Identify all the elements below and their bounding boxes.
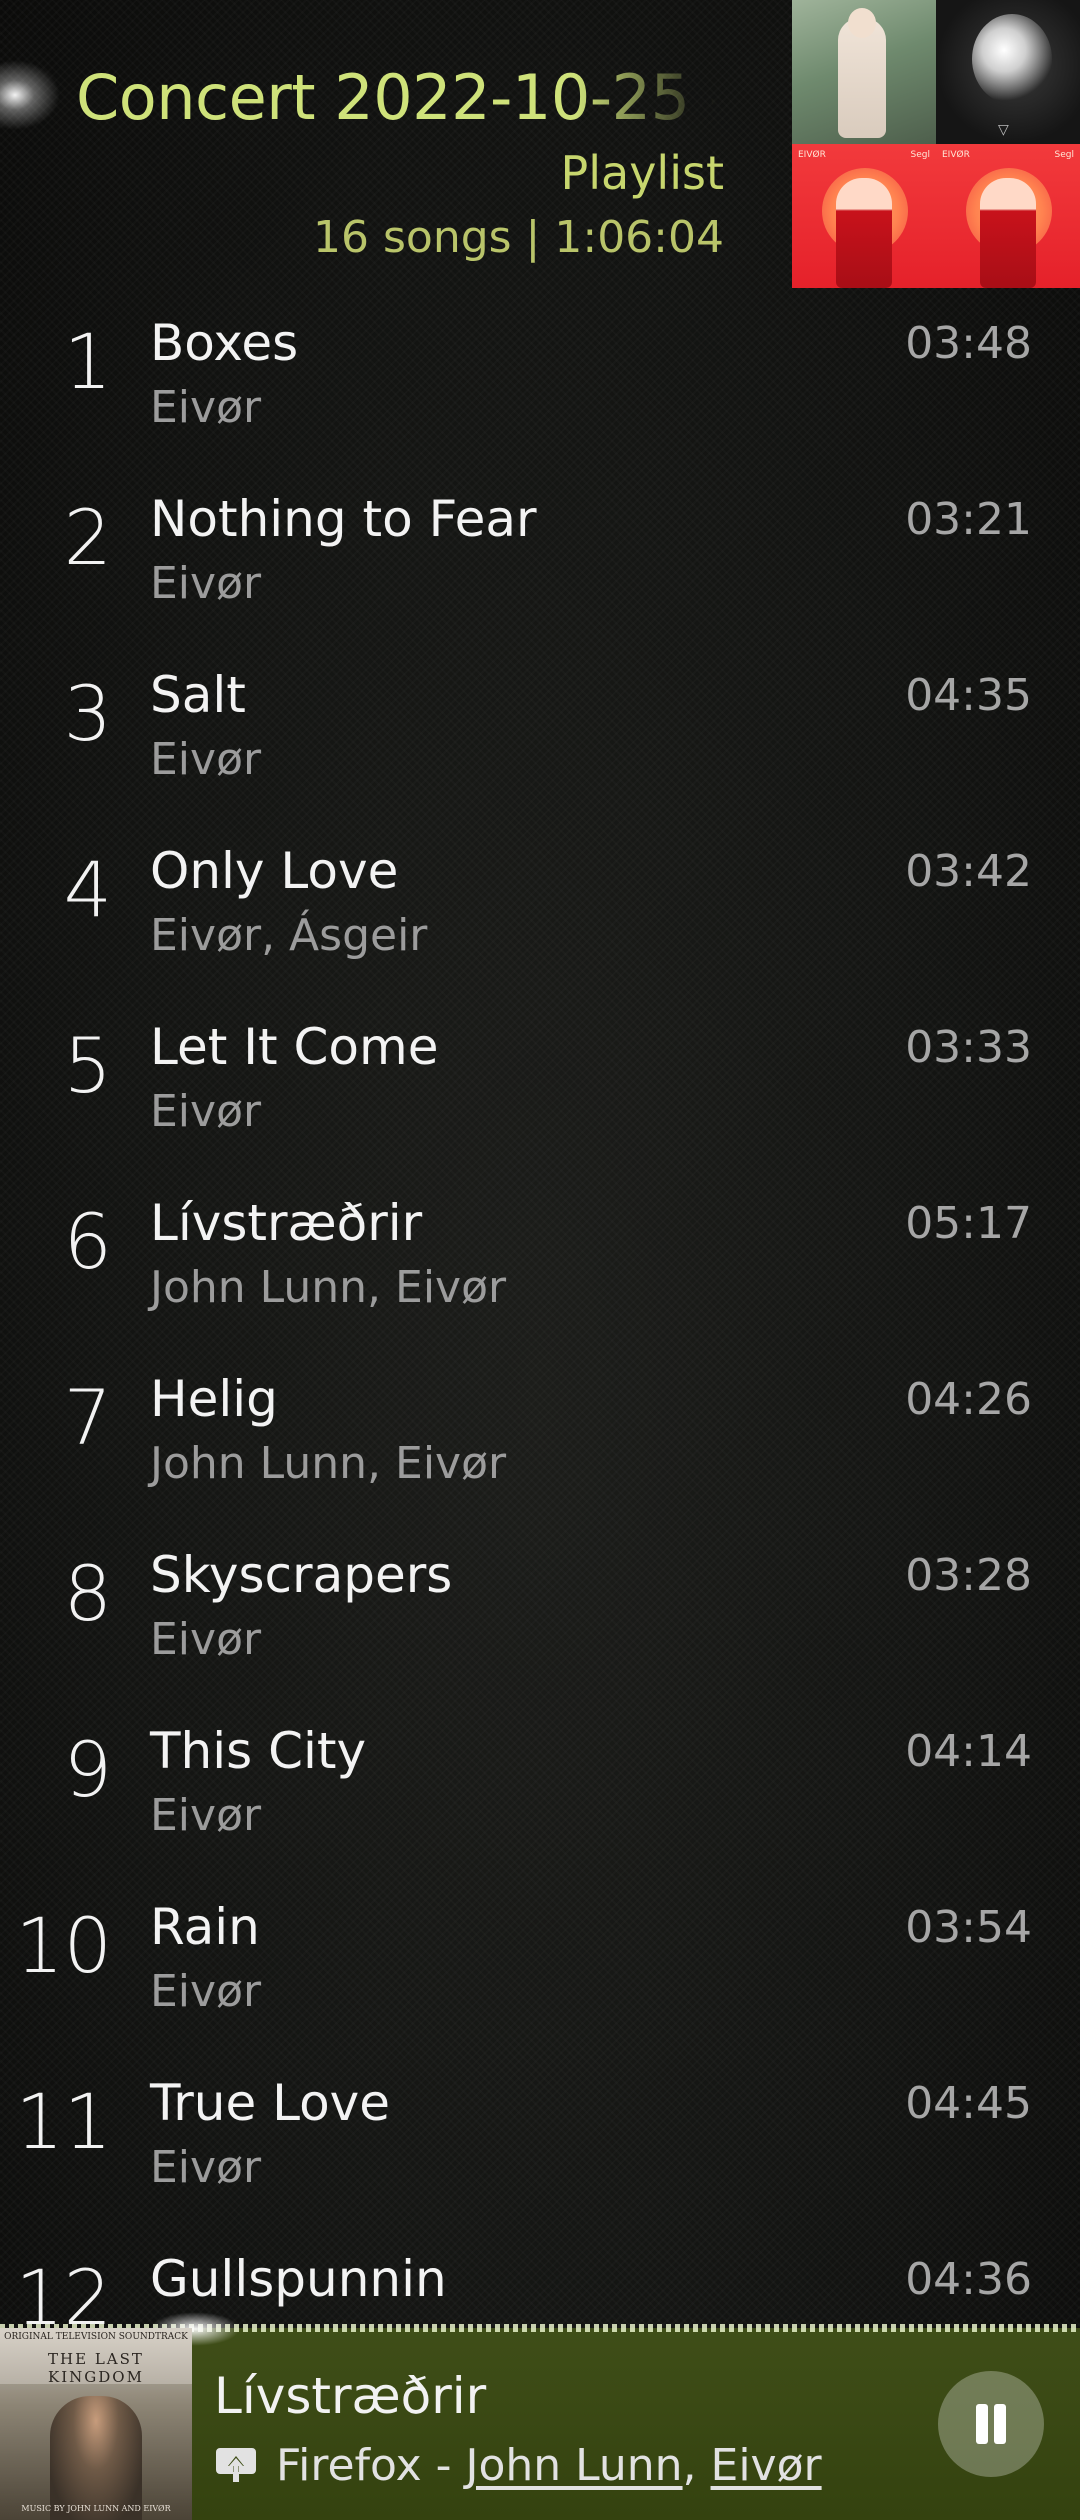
track-artist: John Lunn, Eivør — [150, 1262, 507, 1313]
playlist-type: Playlist — [560, 146, 725, 200]
track-row[interactable]: 8 Skyscrapers Eivør 03:28 — [0, 1522, 1080, 1698]
track-title: Nothing to Fear — [150, 490, 537, 548]
cover-bottom-text: MUSIC BY JOHN LUNN AND EIVØR — [21, 2504, 171, 2513]
track-row[interactable]: 5 Let It Come Eivør 03:33 — [0, 994, 1080, 1170]
album-cover-2: ▽ — [936, 0, 1080, 144]
playlist-meta: 16 songs | 1:06:04 — [313, 212, 724, 263]
track-row[interactable]: 7 Helig John Lunn, Eivør 04:26 — [0, 1346, 1080, 1522]
album-cover-3: EIVØR Segl — [792, 144, 936, 288]
track-title: Salt — [150, 666, 246, 724]
artist-link-2[interactable]: Eivør — [711, 2440, 822, 2491]
track-title: True Love — [150, 2074, 391, 2132]
now-playing-subtitle: Firefox - John Lunn, Eivør — [214, 2436, 822, 2496]
artist-link-1[interactable]: John Lunn — [465, 2440, 682, 2491]
track-title: Rain — [150, 1898, 260, 1956]
track-duration: 04:45 — [905, 2078, 1032, 2129]
track-artist: Eivør, Ásgeir — [150, 910, 428, 961]
track-number: 1 — [63, 317, 112, 406]
track-title: Boxes — [150, 314, 299, 372]
cast-icon — [216, 2448, 256, 2482]
pause-icon — [976, 2404, 988, 2444]
track-number: 3 — [63, 669, 112, 758]
track-duration: 03:28 — [905, 1550, 1032, 1601]
track-row[interactable]: 2 Nothing to Fear Eivør 03:21 — [0, 466, 1080, 642]
track-row[interactable]: 3 Salt Eivør 04:35 — [0, 642, 1080, 818]
playlist-cover-mosaic[interactable]: ▽ EIVØR Segl EIVØR Segl — [792, 0, 1080, 288]
playlist-header: Concert 2022-10-25 - Eivør Playlist 16 s… — [0, 0, 1080, 290]
track-duration: 03:48 — [905, 318, 1032, 369]
track-title: Let It Come — [150, 1018, 439, 1076]
track-artist: Eivør — [150, 1966, 262, 2017]
track-duration: 04:26 — [905, 1374, 1032, 1425]
track-number: 10 — [15, 1901, 112, 1990]
track-number: 11 — [15, 2077, 112, 2166]
track-row[interactable]: 9 This City Eivør 04:14 — [0, 1698, 1080, 1874]
track-number: 4 — [63, 845, 112, 934]
track-title: Lívstræðrir — [150, 1194, 423, 1252]
track-number: 8 — [63, 1549, 112, 1638]
track-artist: Eivør — [150, 2142, 262, 2193]
track-artist: Eivør — [150, 1614, 262, 1665]
track-duration: 03:54 — [905, 1902, 1032, 1953]
now-playing-title: Lívstræðrir — [214, 2367, 487, 2425]
track-number: 2 — [63, 493, 112, 582]
track-row[interactable]: 10 Rain Eivør 03:54 — [0, 1874, 1080, 2050]
now-playing-cover[interactable]: ORIGINAL TELEVISION SOUNDTRACK THE LAST … — [0, 2328, 192, 2520]
track-artist: Eivør — [150, 558, 262, 609]
track-duration: 03:42 — [905, 846, 1032, 897]
cover-top-text: ORIGINAL TELEVISION SOUNDTRACK — [4, 2332, 188, 2342]
track-duration: 03:33 — [905, 1022, 1032, 1073]
pause-button[interactable] — [938, 2371, 1044, 2477]
track-number: 9 — [63, 1725, 112, 1814]
track-number: 7 — [63, 1373, 112, 1462]
album-cover-4: EIVØR Segl — [936, 144, 1080, 288]
playlist-title: Concert 2022-10-25 - Eivør — [76, 61, 716, 134]
track-row[interactable]: 1 Boxes Eivør 03:48 — [0, 290, 1080, 466]
album-cover-1 — [792, 0, 936, 144]
track-row[interactable]: 4 Only Love Eivør, Ásgeir 03:42 — [0, 818, 1080, 994]
track-title: Gullspunnin — [150, 2250, 447, 2308]
track-duration: 05:17 — [905, 1198, 1032, 1249]
track-title: Skyscrapers — [150, 1546, 453, 1604]
track-title: This City — [150, 1722, 367, 1780]
track-artist: Eivør — [150, 1790, 262, 1841]
track-duration: 03:21 — [905, 494, 1032, 545]
cover-title-text: THE LAST KINGDOM — [48, 2350, 144, 2386]
track-artist: Eivør — [150, 734, 262, 785]
track-title: Helig — [150, 1370, 278, 1428]
track-duration: 04:35 — [905, 670, 1032, 721]
track-row[interactable]: 6 Lívstræðrir John Lunn, Eivør 05:17 — [0, 1170, 1080, 1346]
source-app: Firefox — [276, 2440, 422, 2491]
track-duration: 04:14 — [905, 1726, 1032, 1777]
track-duration: 04:36 — [905, 2254, 1032, 2305]
track-artist: John Lunn, Eivør — [150, 1438, 507, 1489]
track-number: 6 — [63, 1197, 112, 1286]
track-number: 5 — [63, 1021, 112, 1110]
track-row[interactable]: 11 True Love Eivør 04:45 — [0, 2050, 1080, 2226]
track-title: Only Love — [150, 842, 399, 900]
track-artist: Eivør — [150, 382, 262, 433]
track-artist: Eivør — [150, 1086, 262, 1137]
